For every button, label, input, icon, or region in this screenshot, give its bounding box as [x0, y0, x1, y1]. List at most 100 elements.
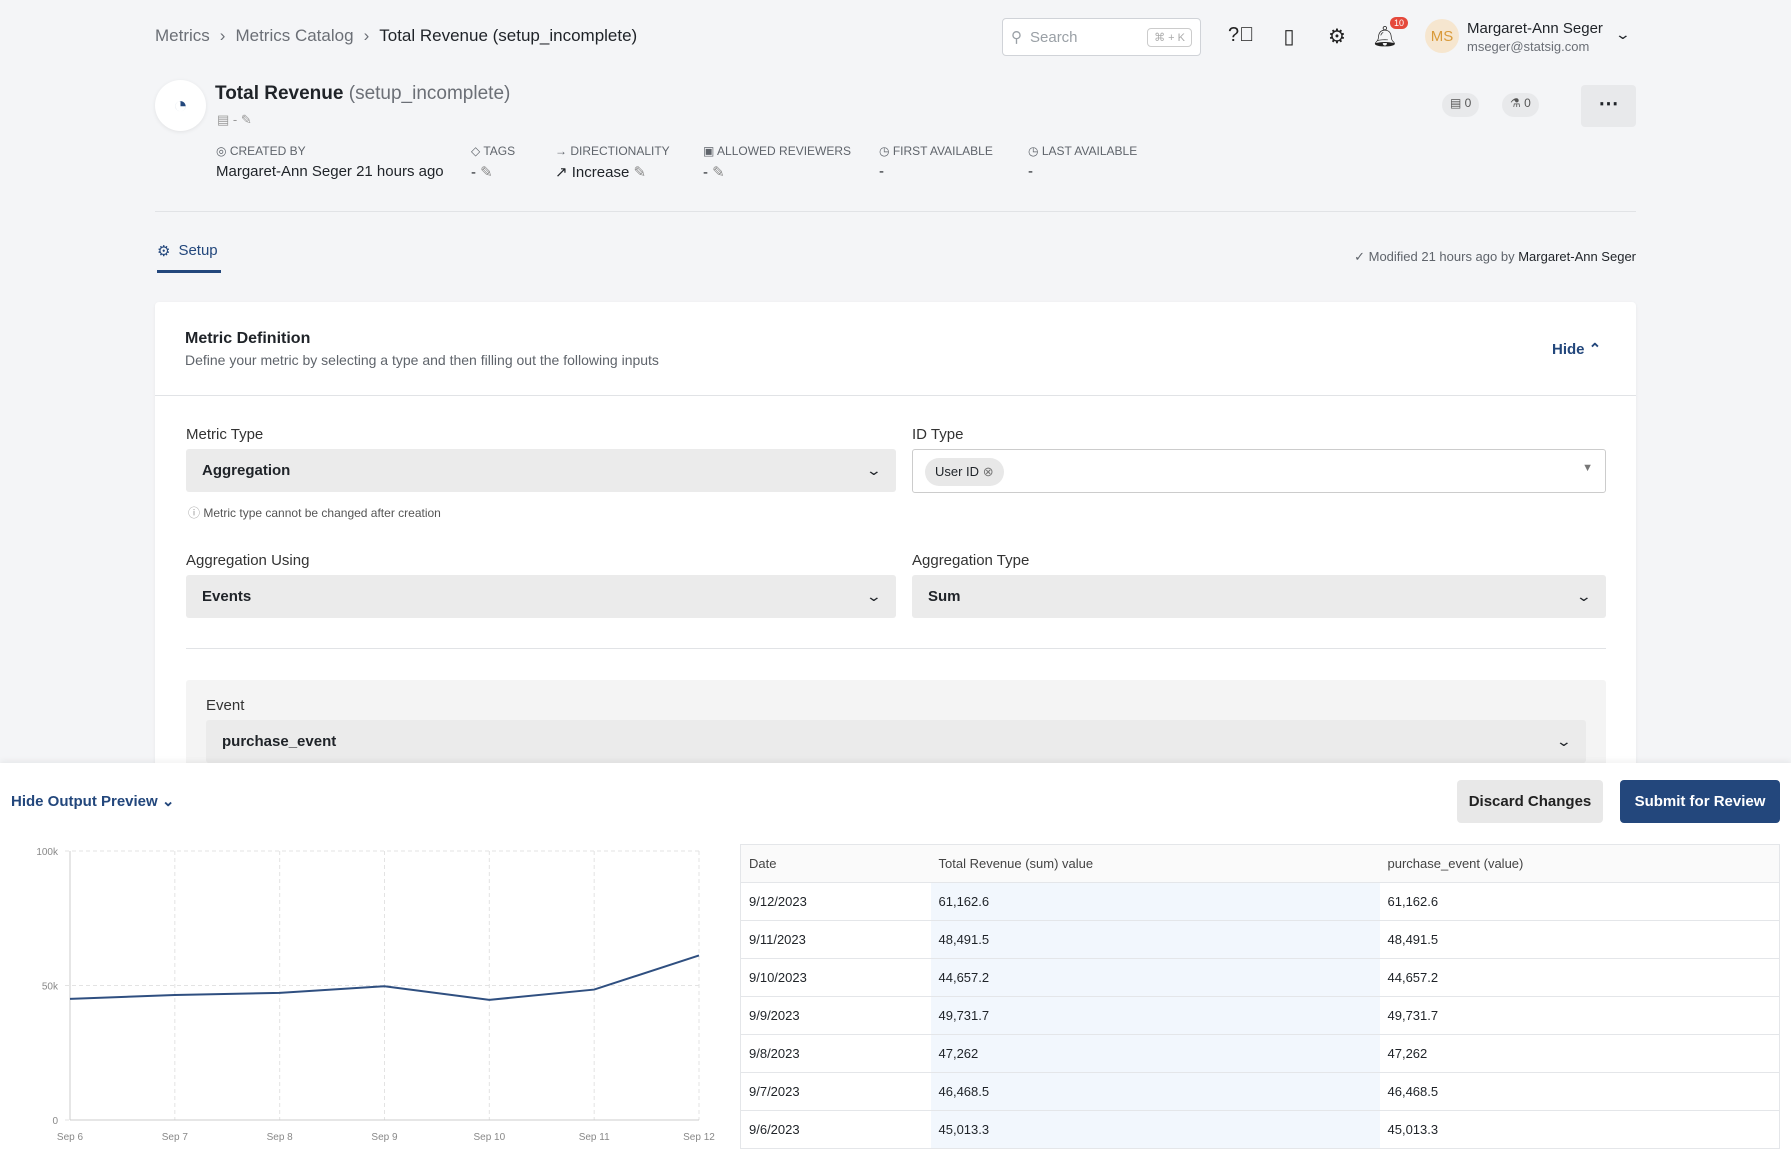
- table-row: 9/11/202348,491.548,491.5: [741, 921, 1780, 959]
- description: ▤ - ✎: [217, 112, 252, 128]
- meta-label: ▣ Allowed Reviewers: [703, 144, 851, 158]
- gauge-icon: ◔: [155, 80, 206, 131]
- tab-setup[interactable]: ⚙Setup: [157, 242, 221, 273]
- col-header-date[interactable]: Date: [741, 845, 931, 883]
- event-select[interactable]: purchase_event⌄: [206, 720, 1586, 763]
- table-row: 9/9/202349,731.749,731.7: [741, 997, 1780, 1035]
- chevron-right-icon: ›: [220, 26, 226, 46]
- divider: [155, 395, 1636, 396]
- reviewers-value[interactable]: - ✎: [703, 163, 725, 181]
- y-tick-label: 100k: [36, 847, 59, 858]
- dropdown-arrow-icon: ▼: [1582, 462, 1593, 474]
- discard-changes-button[interactable]: Discard Changes: [1457, 780, 1603, 823]
- output-table: Date Total Revenue (sum) value purchase_…: [740, 844, 1780, 1149]
- x-tick-label: Sep 8: [267, 1132, 294, 1143]
- event-label: Event: [206, 697, 244, 714]
- chevron-down-icon: ⌄: [1576, 588, 1592, 605]
- modified-info: ✓ Modified 21 hours ago by Margaret-Ann …: [1354, 249, 1636, 265]
- table-cell: 9/12/2023: [741, 883, 931, 921]
- edit-icon[interactable]: ✎: [633, 164, 646, 181]
- bookmark-icon[interactable]: ▯: [1276, 24, 1302, 50]
- edit-icon[interactable]: ✎: [241, 112, 252, 127]
- edit-icon[interactable]: ✎: [712, 164, 725, 181]
- metric-type-label: Metric Type: [186, 426, 263, 443]
- experiment-count[interactable]: ⚗ 0: [1502, 93, 1539, 117]
- shortcut-hint: ⌘ + K: [1147, 28, 1192, 47]
- last-available-value: -: [1028, 163, 1033, 180]
- x-tick-label: Sep 11: [579, 1132, 610, 1143]
- table-cell: 49,731.7: [931, 997, 1380, 1035]
- pulse-count[interactable]: ▤ 0: [1442, 93, 1479, 117]
- submit-for-review-button[interactable]: Submit for Review: [1620, 780, 1780, 823]
- chevron-down-icon[interactable]: ⌄: [1615, 26, 1631, 43]
- table-cell: 9/10/2023: [741, 959, 931, 997]
- output-preview-panel: Hide Output Preview ⌄ Discard Changes Su…: [0, 763, 1791, 1159]
- created-by-value: Margaret-Ann Seger 21 hours ago: [216, 163, 444, 180]
- table-row: 9/6/202345,013.345,013.3: [741, 1111, 1780, 1149]
- table-cell: 45,013.3: [1380, 1111, 1780, 1149]
- card-title: Metric Definition: [185, 330, 310, 348]
- note-icon: ▤: [217, 112, 229, 127]
- table-cell: 48,491.5: [931, 921, 1380, 959]
- table-cell: 46,468.5: [931, 1073, 1380, 1111]
- table-cell: 47,262: [931, 1035, 1380, 1073]
- first-available-value: -: [879, 163, 884, 180]
- page-title: Total Revenue (setup_incomplete): [215, 83, 510, 105]
- user-name[interactable]: Margaret-Ann Seger: [1467, 20, 1603, 37]
- aggregation-using-label: Aggregation Using: [186, 552, 309, 569]
- notification-badge: 10: [1390, 17, 1408, 29]
- avatar[interactable]: MS: [1425, 19, 1459, 53]
- table-cell: 9/7/2023: [741, 1073, 931, 1111]
- tags-value[interactable]: - ✎: [471, 163, 493, 181]
- table-cell: 9/8/2023: [741, 1035, 931, 1073]
- x-tick-label: Sep 9: [371, 1132, 398, 1143]
- table-row: 9/12/202361,162.661,162.6: [741, 883, 1780, 921]
- y-tick-label: 50k: [42, 982, 59, 993]
- col-header-purchase-event[interactable]: purchase_event (value): [1380, 845, 1780, 883]
- y-tick-label: 0: [52, 1116, 58, 1127]
- x-tick-label: Sep 7: [162, 1132, 189, 1143]
- aggregation-type-select[interactable]: Sum⌄: [912, 575, 1606, 618]
- metric-type-select[interactable]: Aggregation⌄: [186, 449, 896, 492]
- table-cell: 61,162.6: [931, 883, 1380, 921]
- chevron-down-icon: ⌄: [866, 588, 882, 605]
- aggregation-using-select[interactable]: Events⌄: [186, 575, 896, 618]
- metric-definition-card: Metric Definition Define your metric by …: [155, 302, 1636, 772]
- metric-type-note: ⓘ Metric type cannot be changed after cr…: [188, 504, 441, 521]
- hide-output-preview-toggle[interactable]: Hide Output Preview ⌄: [11, 792, 174, 810]
- breadcrumb-metrics[interactable]: Metrics: [155, 26, 210, 46]
- table-cell: 49,731.7: [1380, 997, 1780, 1035]
- table-cell: 44,657.2: [931, 959, 1380, 997]
- gear-icon: ⚙: [157, 242, 170, 260]
- directionality-value[interactable]: ↗ Increase ✎: [555, 163, 646, 181]
- table-cell: 9/6/2023: [741, 1111, 931, 1149]
- table-cell: 61,162.6: [1380, 883, 1780, 921]
- table-cell: 47,262: [1380, 1035, 1780, 1073]
- table-cell: 46,468.5: [1380, 1073, 1780, 1111]
- breadcrumb-catalog[interactable]: Metrics Catalog: [235, 26, 353, 46]
- table-row: 9/7/202346,468.546,468.5: [741, 1073, 1780, 1111]
- divider: [155, 211, 1636, 212]
- remove-icon[interactable]: ⊗: [983, 464, 994, 479]
- card-subtitle: Define your metric by selecting a type a…: [185, 352, 659, 368]
- breadcrumb: Metrics› Metrics Catalog› Total Revenue …: [155, 26, 637, 46]
- table-cell: 45,013.3: [931, 1111, 1380, 1149]
- edit-icon[interactable]: ✎: [480, 164, 493, 181]
- status-text: (setup_incomplete): [349, 83, 511, 104]
- id-type-select[interactable]: User ID ⊗ ▼: [912, 449, 1606, 493]
- output-chart: Sep 6Sep 7Sep 8Sep 9Sep 10Sep 11Sep 1205…: [0, 838, 730, 1158]
- table-cell: 9/9/2023: [741, 997, 931, 1035]
- more-options-button[interactable]: ⋯: [1581, 85, 1636, 127]
- aggregation-type-label: Aggregation Type: [912, 552, 1029, 569]
- table-cell: 44,657.2: [1380, 959, 1780, 997]
- hide-button[interactable]: Hide ⌃: [1552, 340, 1601, 358]
- search-input[interactable]: ⚲Search⌘ + K: [1002, 18, 1201, 56]
- help-icon[interactable]: ?⃝: [1228, 24, 1254, 50]
- meta-label: ◷ First Available: [879, 144, 993, 158]
- breadcrumb-current: Total Revenue (setup_incomplete): [379, 26, 637, 46]
- col-header-total-revenue[interactable]: Total Revenue (sum) value: [931, 845, 1380, 883]
- info-icon: ⓘ: [188, 506, 200, 520]
- x-tick-label: Sep 6: [57, 1132, 84, 1143]
- meta-label: ◎ Created By: [216, 144, 306, 158]
- gear-icon[interactable]: ⚙: [1324, 24, 1350, 50]
